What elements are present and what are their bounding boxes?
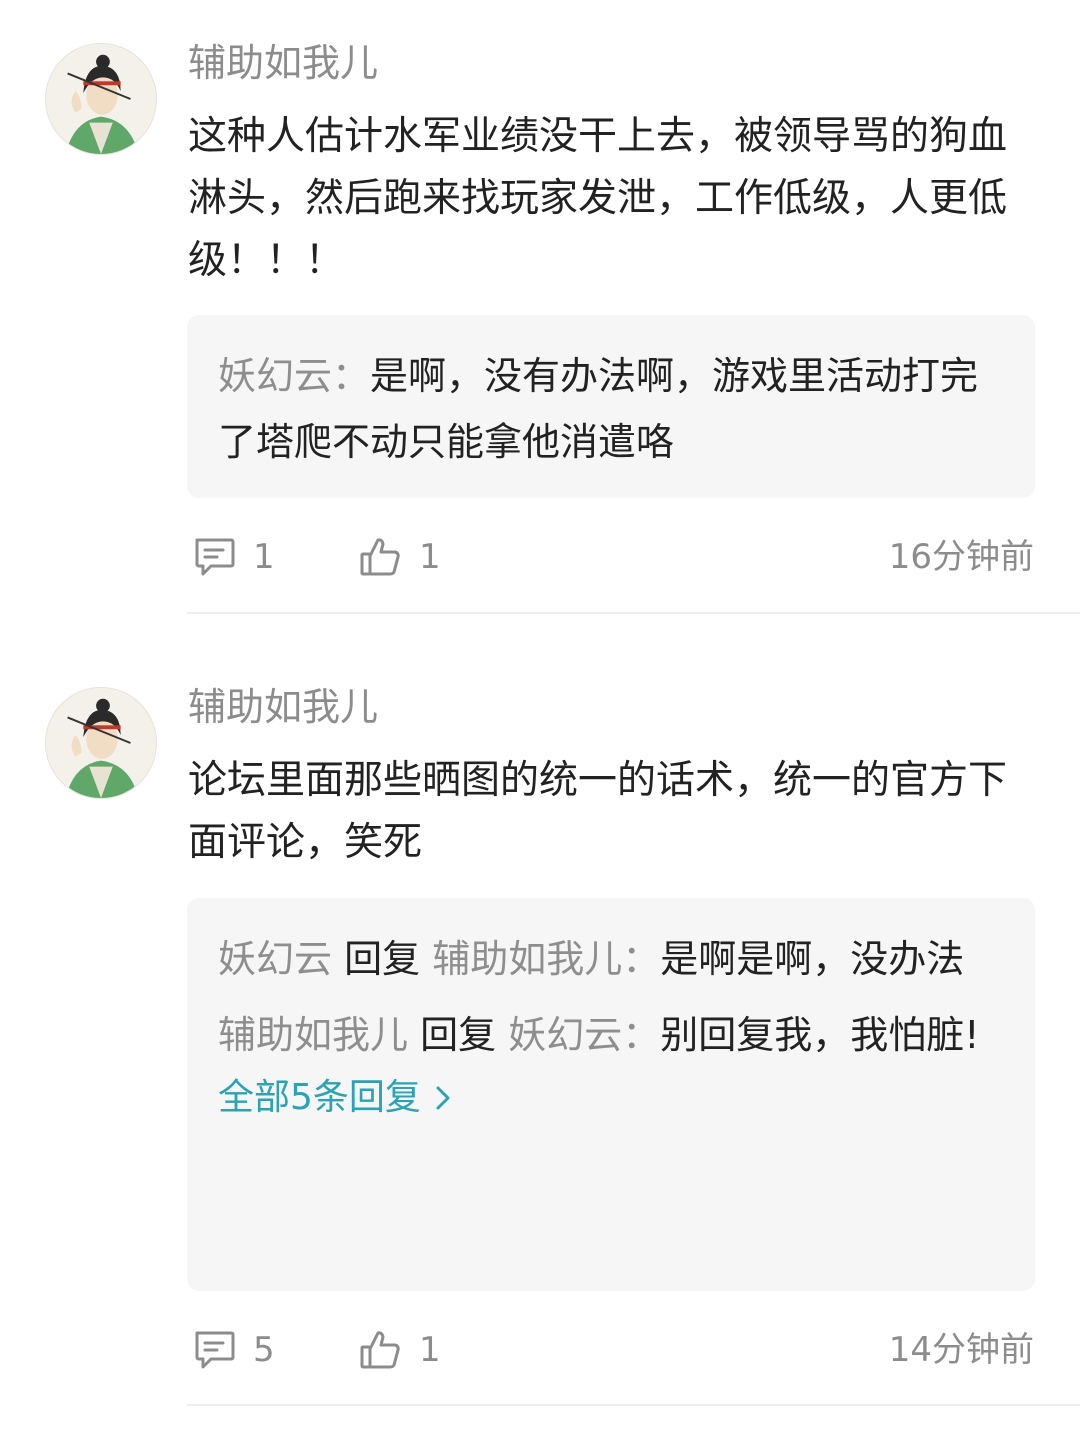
comment-time: 14分钟前 bbox=[888, 1330, 1034, 1370]
chevron-right-icon bbox=[436, 1086, 450, 1110]
thumbs-up-icon bbox=[360, 538, 400, 576]
like-count: 1 bbox=[419, 537, 441, 577]
reply-text: 是啊是啊，没办法 bbox=[660, 937, 965, 981]
reply-item[interactable]: 妖幻云 回复 辅助如我儿：是啊是啊，没办法 bbox=[218, 926, 1005, 992]
reply-separator: ： bbox=[622, 937, 661, 981]
comment-actions: 1 1 16分钟前 bbox=[0, 527, 1080, 587]
comment-bubble-icon bbox=[195, 538, 235, 576]
comment-text: 论坛里面那些晒图的统一的话术，统一的官方下面评论，笑死 bbox=[188, 758, 1008, 865]
divider bbox=[187, 1404, 1080, 1406]
avatar-illustration bbox=[46, 44, 156, 154]
avatar[interactable] bbox=[45, 43, 157, 155]
comment-time: 16分钟前 bbox=[888, 537, 1034, 577]
reply-verb: 回复 bbox=[344, 937, 421, 981]
comment-author[interactable]: 辅助如我儿 bbox=[188, 683, 378, 731]
comment-item: 辅助如我儿 论坛里面那些晒图的统一的话术，统一的官方下面评论，笑死 妖幻云 回复… bbox=[0, 644, 1080, 1444]
view-all-replies-link[interactable]: 全部5条回复 bbox=[218, 1074, 457, 1122]
reply-separator: ： bbox=[622, 1013, 661, 1057]
view-all-replies-label: 全部5条回复 bbox=[218, 1077, 421, 1118]
reply-item[interactable]: 辅助如我儿 回复 妖幻云：别回复我，我怕脏! bbox=[218, 1002, 1005, 1068]
like-button[interactable]: 1 bbox=[357, 1320, 441, 1380]
reply-count: 1 bbox=[253, 537, 275, 577]
reply-text: 别回复我，我怕脏! bbox=[660, 1013, 980, 1057]
reply-item[interactable]: 妖幻云：是啊，没有办法啊，游戏里活动打完了塔爬不动只能拿他消遣咯 bbox=[218, 343, 1005, 475]
reply-user[interactable]: 妖幻云 bbox=[218, 354, 332, 398]
reply-count-button[interactable]: 5 bbox=[191, 1320, 275, 1380]
thumbs-up-icon bbox=[360, 1331, 400, 1369]
comment-text: 这种人估计水军业绩没干上去，被领导骂的狗血淋头，然后跑来找玩家发泄，工作低级，人… bbox=[188, 114, 1008, 283]
like-button[interactable]: 1 bbox=[357, 527, 441, 587]
reply-separator: ： bbox=[332, 354, 371, 398]
reply-box[interactable]: 妖幻云 回复 辅助如我儿：是啊是啊，没办法 辅助如我儿 回复 妖幻云：别回复我，… bbox=[187, 898, 1035, 1291]
divider bbox=[187, 612, 1080, 614]
comment-actions: 5 1 14分钟前 bbox=[0, 1320, 1080, 1380]
comment-item: 辅助如我儿 这种人估计水军业绩没干上去，被领导骂的狗血淋头，然后跑来找玩家发泄，… bbox=[0, 0, 1080, 620]
like-count: 1 bbox=[419, 1330, 441, 1370]
reply-target[interactable]: 辅助如我儿 bbox=[432, 937, 622, 981]
reply-count: 5 bbox=[253, 1330, 275, 1370]
avatar[interactable] bbox=[45, 687, 157, 799]
reply-user[interactable]: 辅助如我儿 bbox=[218, 1013, 408, 1057]
comment-author[interactable]: 辅助如我儿 bbox=[188, 39, 378, 87]
avatar-illustration bbox=[46, 688, 156, 798]
comment-bubble-icon bbox=[195, 1331, 235, 1369]
reply-count-button[interactable]: 1 bbox=[191, 527, 275, 587]
reply-box[interactable]: 妖幻云：是啊，没有办法啊，游戏里活动打完了塔爬不动只能拿他消遣咯 bbox=[187, 315, 1035, 498]
reply-verb: 回复 bbox=[420, 1013, 497, 1057]
reply-user[interactable]: 妖幻云 bbox=[218, 937, 332, 981]
reply-target[interactable]: 妖幻云 bbox=[508, 1013, 622, 1057]
